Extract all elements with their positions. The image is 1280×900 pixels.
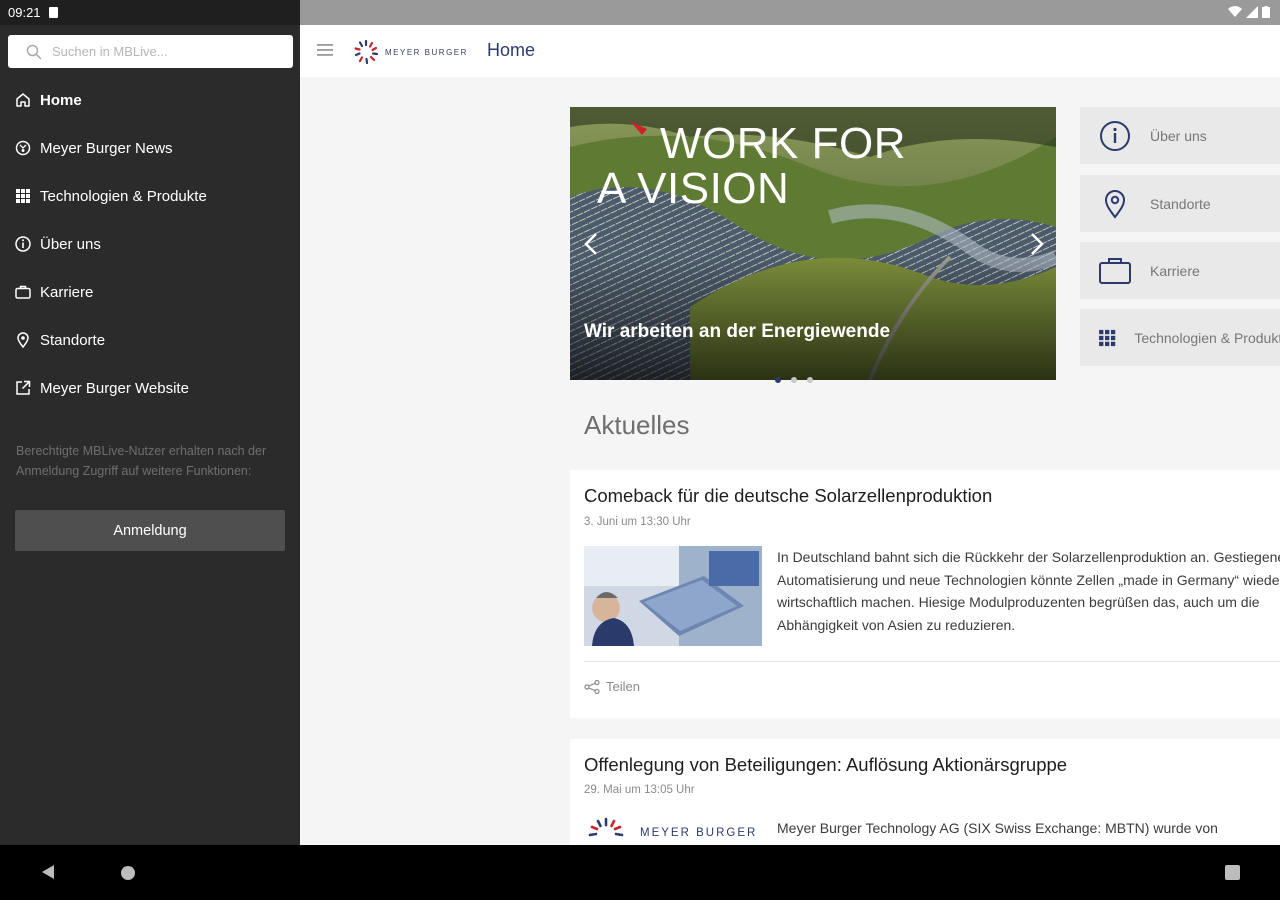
- location-pin-icon: [17, 332, 29, 349]
- battery-icon: [1262, 6, 1270, 18]
- news-card[interactable]: Offenlegung von Beteiligungen: Auflösung…: [570, 739, 1280, 845]
- nav-item-technologies[interactable]: Technologien & Produkte: [0, 172, 300, 220]
- system-navigation-bar: [0, 845, 1280, 900]
- briefcase-icon: [1099, 257, 1131, 284]
- quick-link-label: Über uns: [1150, 127, 1207, 144]
- nav-item-career[interactable]: Karriere: [0, 268, 300, 316]
- recent-apps-icon[interactable]: [1225, 865, 1240, 880]
- nav-item-label: Home: [40, 91, 82, 109]
- nav-item-home[interactable]: Home: [0, 76, 300, 124]
- search-box[interactable]: [8, 35, 293, 68]
- briefcase-icon: [15, 285, 31, 299]
- nav-item-label: Über uns: [40, 235, 101, 253]
- news-excerpt: Meyer Burger Technology AG (SIX Swiss Ex…: [777, 820, 1218, 836]
- news-title[interactable]: Offenlegung von Beteiligungen: Auflösung…: [584, 754, 1067, 776]
- nav-item-label: Technologien & Produkte: [40, 187, 207, 205]
- nav-item-news[interactable]: Meyer Burger News: [0, 124, 300, 172]
- info-icon: [15, 236, 31, 252]
- hero-headline-line1: WORK FOR: [660, 119, 906, 168]
- chevron-left-icon[interactable]: [582, 231, 602, 257]
- nav-item-label: Standorte: [40, 331, 106, 349]
- quick-link-label: Standorte: [1150, 195, 1211, 212]
- news-date: 29. Mai um 13:05 Uhr: [584, 784, 695, 796]
- thumbnail-brand-text: MEYER BURGER: [640, 827, 758, 839]
- section-title: Aktuelles: [584, 410, 690, 440]
- drawer-menu: Home Meyer Burger News Technologien & Pr…: [0, 76, 300, 412]
- login-button[interactable]: Anmeldung: [15, 510, 285, 551]
- nav-item-locations[interactable]: Standorte: [0, 316, 300, 364]
- page-title: Home: [487, 40, 536, 60]
- home-icon: [16, 93, 30, 107]
- back-icon[interactable]: [40, 864, 56, 880]
- chevron-right-icon[interactable]: [1026, 231, 1046, 257]
- news-photo: [584, 546, 762, 646]
- quick-link-career[interactable]: Karriere: [1080, 242, 1280, 299]
- info-icon: [1100, 120, 1130, 151]
- main-content: MEYER BURGER Home WORK FOR A VISION Wir …: [300, 0, 1280, 845]
- hero-caption: Wir arbeiten an der Energiewende: [584, 321, 891, 342]
- quick-link-label: Technologien & Produkte: [1134, 329, 1280, 346]
- quick-link-about[interactable]: Über uns: [1080, 107, 1280, 164]
- nav-item-about[interactable]: Über uns: [0, 220, 300, 268]
- news-excerpt: In Deutschland bahnt sich die Rückkehr d…: [777, 549, 1280, 633]
- app-bar: MEYER BURGER Home: [300, 25, 1280, 77]
- news-date: 3. Juni um 13:30 Uhr: [584, 516, 691, 528]
- carousel-dots: [775, 377, 813, 383]
- wifi-icon: [1228, 6, 1242, 18]
- navigation-drawer: 09:21 Home Meyer Burger News Technologie…: [0, 0, 300, 845]
- news-icon: [15, 140, 31, 156]
- nav-item-website[interactable]: Meyer Burger Website: [0, 364, 300, 412]
- news-title[interactable]: Comeback für die deutsche Solarzellenpro…: [584, 485, 992, 507]
- divider: [584, 661, 1280, 662]
- hero-carousel[interactable]: WORK FOR A VISION Wir arbeiten an der En…: [570, 107, 1056, 380]
- share-button[interactable]: Teilen: [584, 679, 640, 694]
- hamburger-menu-icon[interactable]: [317, 43, 333, 57]
- external-link-icon: [16, 380, 31, 395]
- nav-item-label: Karriere: [40, 283, 94, 301]
- nav-item-label: Meyer Burger News: [40, 139, 173, 157]
- signal-icon: [1246, 6, 1258, 18]
- meyer-burger-logo: MEYER BURGER: [353, 39, 468, 65]
- share-label: Teilen: [606, 679, 640, 694]
- news-card[interactable]: Comeback für die deutsche Solarzellenpro…: [570, 470, 1280, 718]
- logo-mark-icon: [354, 39, 379, 65]
- status-time: 09:21: [8, 5, 41, 20]
- search-icon: [26, 44, 42, 60]
- status-bar-right: [300, 0, 1280, 25]
- share-icon: [584, 679, 600, 694]
- quick-link-technologies[interactable]: Technologien & Produkte: [1080, 309, 1280, 366]
- news-thumbnail[interactable]: [584, 546, 762, 646]
- sim-card-icon: [48, 7, 58, 18]
- status-bar: 09:21: [0, 0, 300, 25]
- news-thumbnail[interactable]: MEYER BURGER: [584, 815, 762, 845]
- logo-text: MEYER BURGER: [385, 47, 468, 57]
- grid-icon: [1099, 329, 1116, 346]
- quick-link-label: Karriere: [1150, 262, 1200, 279]
- login-hint: Berechtigte MBLive-Nutzer erhalten nach …: [16, 444, 267, 478]
- home-button-icon[interactable]: [120, 865, 136, 881]
- search-input[interactable]: [52, 44, 272, 59]
- location-pin-icon: [1104, 189, 1126, 219]
- nav-item-label: Meyer Burger Website: [40, 379, 189, 397]
- hero-headline-line2: A VISION: [597, 164, 790, 213]
- quick-link-locations[interactable]: Standorte: [1080, 175, 1280, 232]
- grid-icon: [16, 189, 30, 203]
